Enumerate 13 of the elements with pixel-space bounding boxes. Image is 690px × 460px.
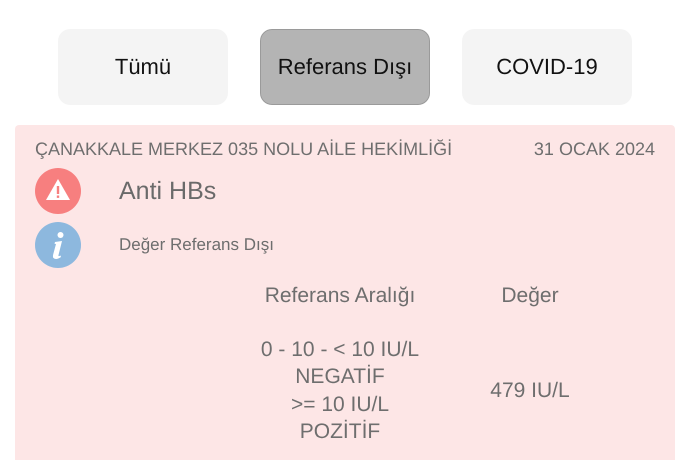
result-value: 479 IU/L [489,378,571,403]
test-name: Anti HBs [119,176,216,206]
warning-icon [35,168,81,214]
filter-tab[interactable]: COVID-19 [462,29,632,105]
facility-name: ÇANAKKALE MERKEZ 035 NOLU AİLE HEKİMLİĞİ [35,139,452,160]
filter-tab[interactable]: Tümü [58,29,228,105]
column-header: Referans Aralığı [264,284,416,308]
filter-tab[interactable]: Referans Dışı [260,29,430,105]
result-date: 31 OCAK 2024 [534,139,655,160]
status-note: Değer Referans Dışı [119,235,274,255]
reference-range: 0 - 10 - < 10 IU/L NEGATİF >= 10 IU/L POZİTİF [260,337,420,445]
info-icon [35,222,81,268]
column-header: Değer [500,284,560,308]
